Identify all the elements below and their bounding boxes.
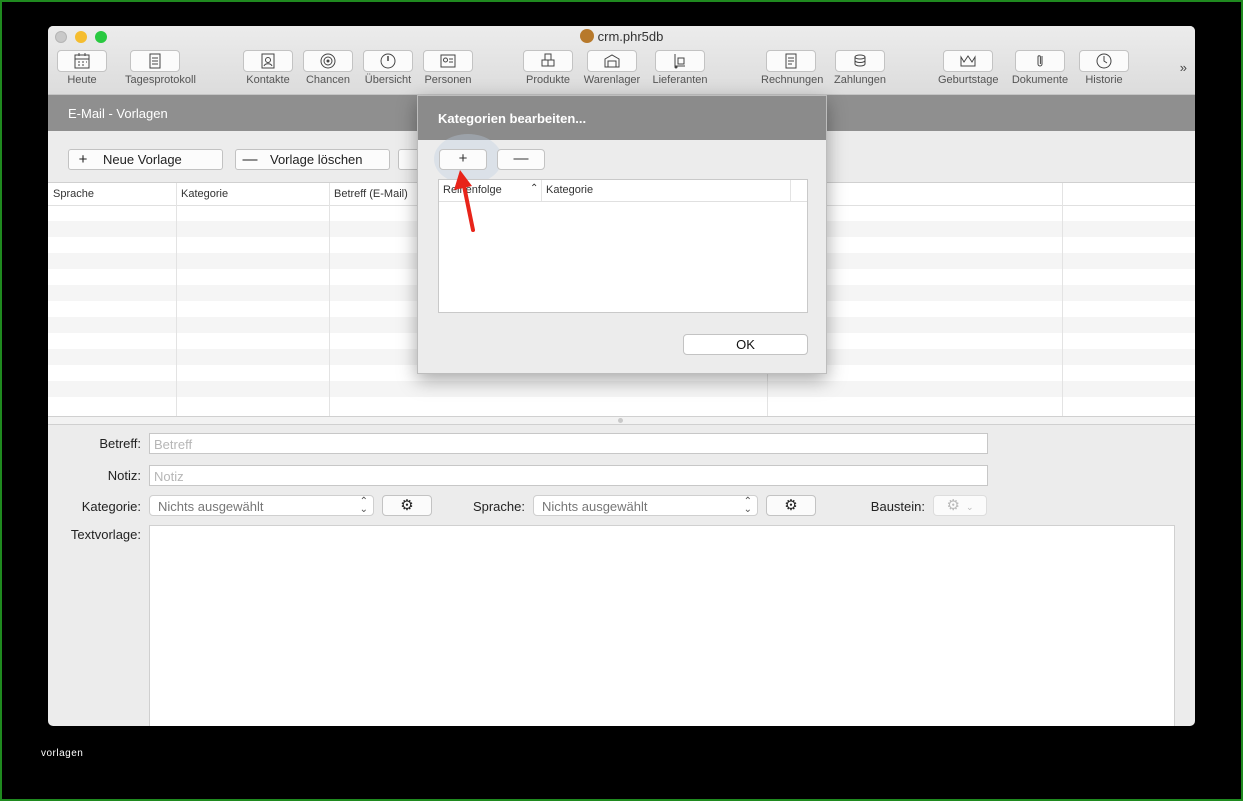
section-title: E-Mail - Vorlagen [68, 106, 168, 121]
toolbar-label: Chancen [305, 74, 351, 86]
handtruck-icon [655, 50, 705, 72]
categories-table-header: Reihenfolge ⌃ Kategorie [439, 180, 807, 202]
toolbar-label: Geburtstage [938, 74, 999, 86]
column-header-kategorie[interactable]: Kategorie [546, 184, 593, 196]
betreff-label: Betreff: [99, 436, 141, 451]
toolbar-label: Personen [424, 74, 472, 86]
toolbar-label: Warenlager [583, 74, 641, 86]
baustein-popup-button[interactable]: ⚙ ⌄ [933, 495, 987, 516]
plus-icon: + [78, 151, 88, 168]
toolbar-uebersicht[interactable]: Übersicht [358, 50, 418, 86]
toolbar-heute[interactable]: Heute [52, 50, 112, 86]
chevron-down-icon: ⌄ [965, 502, 974, 512]
add-category-button[interactable]: + [439, 149, 487, 170]
toolbar-rechnungen[interactable]: Rechnungen [761, 50, 824, 86]
invoice-icon [766, 50, 816, 72]
toolbar-personen[interactable]: Personen [418, 50, 478, 86]
toolbar-label: Historie [1085, 74, 1123, 86]
toolbar-geburtstage[interactable]: Geburtstage [938, 50, 999, 86]
column-header-kategorie[interactable]: Kategorie [181, 188, 228, 200]
toolbar-label: Produkte [525, 74, 571, 86]
toolbar-label: Tagesprotokoll [125, 74, 196, 86]
textvorlage-editor[interactable] [149, 525, 1175, 726]
toolbar-lieferanten[interactable]: Lieferanten [650, 50, 710, 86]
baustein-label: Baustein: [870, 499, 925, 514]
toolbar-label: Kontakte [246, 74, 290, 86]
remove-category-button[interactable]: — [497, 149, 545, 170]
toolbar-label: Zahlungen [834, 74, 886, 86]
split-view-divider[interactable] [48, 416, 1195, 425]
dialog-header: Kategorien bearbeiten... [418, 96, 826, 140]
column-divider [790, 180, 791, 201]
betreff-input[interactable]: Betreff [149, 433, 988, 454]
edit-categories-dialog: Kategorien bearbeiten... + — Reihenfolge… [417, 95, 827, 374]
updown-chevron-icon: ⌃ ⌄ [359, 496, 368, 515]
toolbar-kontakte[interactable]: Kontakte [238, 50, 298, 86]
toolbar-label: Lieferanten [652, 74, 708, 86]
column-divider [176, 183, 177, 417]
toolbar-produkte[interactable]: Produkte [518, 50, 578, 86]
document-user-icon [579, 29, 594, 43]
warehouse-icon [587, 50, 637, 72]
updown-chevron-icon: ⌃ ⌄ [743, 496, 752, 515]
image-caption: vorlagen [41, 748, 84, 759]
sprache-label: Sprache: [472, 499, 525, 514]
kategorie-select-value: Nichts ausgewählt [158, 499, 264, 514]
person-card-icon [423, 50, 473, 72]
sprache-settings-button[interactable]: ⚙ [766, 495, 816, 516]
boxes-icon [523, 50, 573, 72]
sort-ascending-icon: ⌃ [530, 183, 539, 194]
toolbar-tagesprotokoll[interactable]: Tagesprotokoll [125, 50, 196, 86]
kategorie-settings-button[interactable]: ⚙ [382, 495, 432, 516]
toolbar-chancen[interactable]: Chancen [298, 50, 358, 86]
gear-icon: ⚙ [400, 497, 414, 514]
toolbar-warenlager[interactable]: Warenlager [582, 50, 642, 86]
sprache-select[interactable]: Nichts ausgewählt ⌃ ⌄ [533, 495, 758, 516]
notiz-input[interactable]: Notiz [149, 465, 988, 486]
target-icon [303, 50, 353, 72]
ok-button[interactable]: OK [683, 334, 808, 355]
toolbar-overflow-button[interactable]: » [1180, 60, 1187, 75]
delete-template-label: Vorlage löschen [270, 152, 363, 167]
kategorie-select[interactable]: Nichts ausgewählt ⌃ ⌄ [149, 495, 374, 516]
column-divider [541, 180, 542, 201]
notiz-label: Notiz: [107, 468, 141, 483]
column-divider [329, 183, 330, 417]
toolbar-dokumente[interactable]: Dokumente [1010, 50, 1070, 86]
kategorie-label: Kategorie: [81, 499, 141, 514]
window-title-text: crm.phr5db [597, 29, 664, 44]
toolbar-label: Übersicht [364, 74, 412, 86]
splitter-handle-icon [618, 418, 623, 423]
minus-icon: — [242, 151, 258, 168]
gear-icon: ⚙ [784, 497, 798, 514]
contacts-icon [243, 50, 293, 72]
column-divider [1062, 183, 1063, 417]
new-template-label: Neue Vorlage [103, 152, 182, 167]
toolbar-label: Dokumente [1011, 74, 1069, 86]
table-row[interactable] [48, 381, 1195, 397]
toolbar-historie[interactable]: Historie [1074, 50, 1134, 86]
new-template-button[interactable]: + Neue Vorlage [68, 149, 223, 170]
calendar-icon [57, 50, 107, 72]
annotation-arrow-icon [454, 170, 475, 232]
title-bar: crm.phr5db Heute Tagesprotokoll Kontakte… [48, 26, 1195, 95]
dialog-title: Kategorien bearbeiten... [438, 111, 587, 126]
paperclip-icon [1015, 50, 1065, 72]
toolbar-label: Heute [67, 74, 97, 86]
textvorlage-label: Textvorlage: [70, 527, 141, 542]
toolbar-label: Rechnungen [761, 74, 824, 86]
toolbar-zahlungen[interactable]: Zahlungen [830, 50, 890, 86]
gear-icon: ⚙ [946, 497, 960, 514]
clock-icon [1079, 50, 1129, 72]
sprache-select-value: Nichts ausgewählt [542, 499, 648, 514]
column-header-betreff[interactable]: Betreff (E-Mail) [334, 188, 408, 200]
column-header-sprache[interactable]: Sprache [53, 188, 94, 200]
window-title: crm.phr5db [48, 29, 1195, 44]
crown-icon [943, 50, 993, 72]
notepad-icon [130, 50, 180, 72]
delete-template-button[interactable]: — Vorlage löschen [235, 149, 390, 170]
coins-icon [835, 50, 885, 72]
gauge-icon [363, 50, 413, 72]
categories-table: Reihenfolge ⌃ Kategorie [438, 179, 808, 313]
